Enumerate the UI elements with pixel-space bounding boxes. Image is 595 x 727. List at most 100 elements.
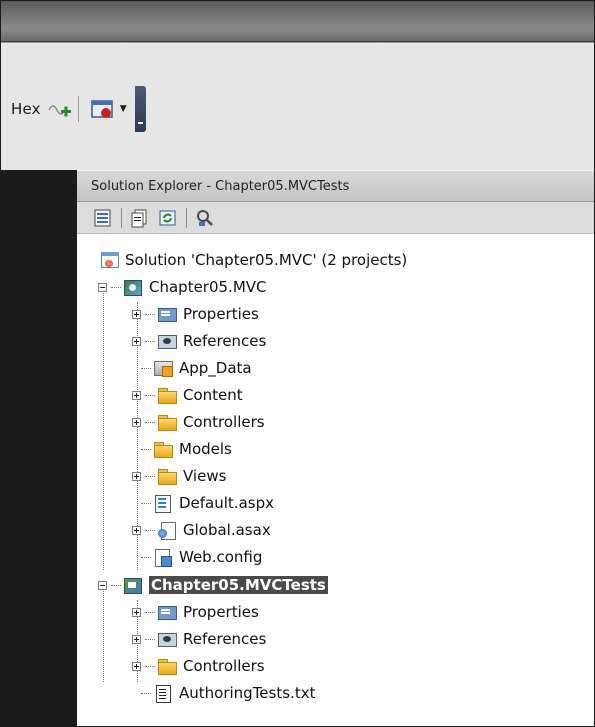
properties-icon: [157, 603, 177, 621]
node-label: Properties: [183, 603, 259, 621]
toolbar-separator: [77, 96, 79, 122]
folder-icon: [157, 467, 177, 485]
class-diagram-icon[interactable]: [195, 208, 215, 228]
expand-icon[interactable]: [132, 336, 141, 346]
tree-connector: [141, 502, 151, 504]
show-all-files-icon[interactable]: [130, 208, 150, 228]
node-label: Models: [179, 440, 232, 458]
project-label-selected: Chapter05.MVCTests: [149, 576, 328, 594]
tree-connector: [145, 340, 155, 342]
tree-node-properties[interactable]: Properties: [132, 301, 259, 327]
tree-node-default-aspx[interactable]: Default.aspx: [141, 490, 274, 516]
main-toolbar-area: Hex ▼: [1, 42, 594, 170]
expand-icon[interactable]: [132, 417, 141, 427]
node-label: References: [183, 630, 267, 648]
app-data-folder-icon: [153, 359, 173, 377]
node-label: Web.config: [179, 548, 263, 566]
tree-node-solution[interactable]: Solution 'Chapter05.MVC' (2 projects): [101, 247, 407, 273]
solution-explorer-toolbar: [77, 202, 594, 234]
node-label: Content: [183, 386, 243, 404]
node-label: AuthoringTests.txt: [179, 684, 316, 702]
config-file-icon: [153, 548, 173, 567]
tree-node-references[interactable]: References: [132, 328, 266, 354]
tree-node-references[interactable]: References: [132, 626, 266, 652]
tree-node-properties[interactable]: Properties: [132, 599, 259, 625]
tree-node-global-asax[interactable]: Global.asax: [132, 517, 271, 543]
expand-icon[interactable]: [132, 607, 141, 617]
node-label: Default.aspx: [179, 494, 274, 512]
folder-icon: [157, 386, 177, 404]
debug-toolbar: Hex ▼: [1, 86, 197, 132]
node-label: Views: [183, 467, 227, 485]
tree-connector: [111, 286, 121, 288]
tree-node-app-data[interactable]: App_Data: [141, 355, 252, 381]
tree-connector: [145, 475, 155, 477]
tree-connector: [145, 394, 155, 396]
title-bar: [1, 1, 594, 42]
tree-node-models[interactable]: Models: [141, 436, 232, 462]
expand-icon[interactable]: [132, 390, 141, 400]
breakpoint-window-icon[interactable]: [90, 96, 116, 122]
aspx-file-icon: [153, 494, 173, 513]
node-label: References: [183, 332, 267, 350]
tree-node-controllers[interactable]: Controllers: [132, 653, 265, 679]
expand-icon[interactable]: [132, 309, 141, 319]
node-label: Controllers: [183, 413, 265, 431]
node-label: Global.asax: [183, 521, 271, 539]
collapse-icon[interactable]: [98, 580, 107, 590]
editor-area: [1, 170, 77, 726]
solution-explorer-panel: Solution Explorer - Chapter05.MVCTests S…: [77, 170, 594, 726]
collapse-icon[interactable]: [98, 282, 107, 292]
test-project-icon: [123, 576, 143, 594]
tree-line: [103, 284, 104, 570]
tree-connector: [141, 556, 151, 558]
global-asax-icon: [157, 521, 177, 540]
tree-connector: [141, 692, 151, 694]
tree-line: [103, 584, 104, 682]
new-watch-icon[interactable]: [47, 96, 73, 122]
folder-icon: [157, 413, 177, 431]
tree-node-web-config[interactable]: Web.config: [141, 544, 262, 570]
tree-node-project-tests[interactable]: Chapter05.MVCTests: [98, 572, 328, 598]
tree-connector: [141, 367, 151, 369]
solution-explorer-header[interactable]: Solution Explorer - Chapter05.MVCTests: [77, 170, 594, 202]
tree-connector: [145, 421, 155, 423]
window-frame: Hex ▼ Solution Explorer - Chapter05.MVCT…: [0, 0, 595, 727]
solution-icon: [101, 252, 119, 268]
folder-icon: [157, 657, 177, 675]
tree-connector: [145, 638, 155, 640]
project-label: Chapter05.MVC: [149, 278, 267, 296]
tree-node-views[interactable]: Views: [132, 463, 226, 489]
properties-icon: [157, 305, 177, 323]
expand-icon[interactable]: [132, 661, 141, 671]
expand-icon[interactable]: [132, 471, 141, 481]
toolbar-separator: [186, 207, 187, 228]
hex-toggle-button[interactable]: Hex: [11, 100, 41, 118]
node-label: Properties: [183, 305, 259, 323]
toolbar-overflow-grip[interactable]: [134, 86, 146, 132]
properties-icon[interactable]: [93, 208, 113, 228]
expand-icon[interactable]: [132, 525, 141, 535]
solution-label: Solution 'Chapter05.MVC' (2 projects): [125, 251, 408, 269]
folder-icon: [153, 440, 173, 458]
expand-icon[interactable]: [132, 634, 141, 644]
node-label: Controllers: [183, 657, 265, 675]
refresh-icon[interactable]: [158, 208, 178, 228]
tree-connector: [111, 584, 121, 586]
panel-title: Solution Explorer - Chapter05.MVCTests: [91, 178, 350, 194]
tree-connector: [141, 448, 151, 450]
tree-node-content[interactable]: Content: [132, 382, 243, 408]
text-file-icon: [153, 684, 173, 703]
toolbar-divider: [1, 42, 594, 43]
tree-connector: [145, 611, 155, 613]
chevron-down-icon[interactable]: ▼: [120, 104, 127, 114]
node-label: App_Data: [179, 359, 252, 377]
toolbar-separator: [121, 207, 122, 228]
web-project-icon: [123, 278, 143, 296]
tree-connector: [145, 529, 155, 531]
tree-node-controllers[interactable]: Controllers: [132, 409, 265, 435]
tree-node-project-mvc[interactable]: Chapter05.MVC: [98, 274, 267, 300]
tree-connector: [145, 665, 155, 667]
references-icon: [157, 332, 177, 350]
tree-node-authoring-tests[interactable]: AuthoringTests.txt: [141, 680, 315, 706]
